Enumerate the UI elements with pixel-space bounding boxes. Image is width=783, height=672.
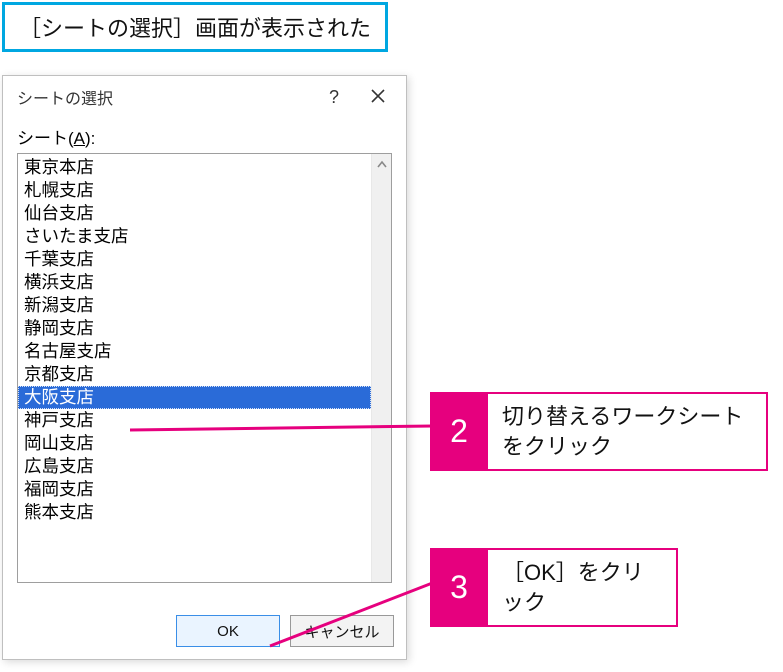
step-text: ［OK］をクリック: [488, 548, 678, 627]
callout-step-3: 3 ［OK］をクリック: [430, 548, 678, 627]
step-number: 2: [430, 392, 488, 471]
step-text: 切り替えるワークシートをクリック: [488, 392, 768, 471]
callout-step-2: 2 切り替えるワークシートをクリック: [430, 392, 768, 471]
step-number: 3: [430, 548, 488, 627]
